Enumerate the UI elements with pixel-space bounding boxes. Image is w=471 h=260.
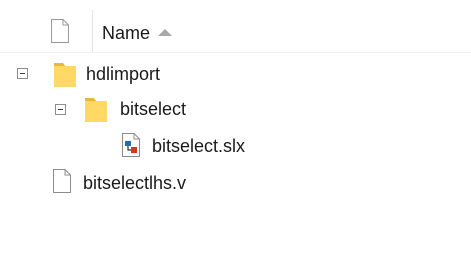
name-column-header[interactable]: Name: [102, 21, 173, 45]
simulink-model-icon: [121, 132, 141, 163]
tree-row-label: bitselect: [120, 99, 187, 119]
blank-file-icon: [50, 18, 70, 49]
sort-ascending-icon: [158, 29, 173, 36]
folder-icon: [84, 95, 108, 128]
tree-row-bitselect[interactable]: bitselect: [0, 94, 471, 130]
folder-icon: [53, 60, 77, 93]
tree-row-bitselect-slx[interactable]: bitselect.slx: [0, 130, 471, 166]
collapse-toggle-icon[interactable]: [17, 68, 28, 79]
column-divider[interactable]: [92, 10, 93, 52]
column-header: Name: [0, 0, 471, 52]
file-explorer: Name hdlimport bitselect bitselect.slx b…: [0, 0, 471, 260]
blank-file-icon: [52, 168, 72, 199]
collapse-toggle-icon[interactable]: [55, 104, 66, 115]
tree-row-label: hdlimport: [86, 64, 161, 84]
header-separator: [0, 52, 471, 53]
tree-row-bitselectlhs-v[interactable]: bitselectlhs.v: [0, 166, 471, 202]
tree-row-label: bitselectlhs.v: [83, 173, 187, 193]
name-column-label: Name: [102, 23, 151, 43]
tree-row-label: bitselect.slx: [152, 136, 246, 156]
tree-row-hdlimport[interactable]: hdlimport: [0, 58, 471, 94]
